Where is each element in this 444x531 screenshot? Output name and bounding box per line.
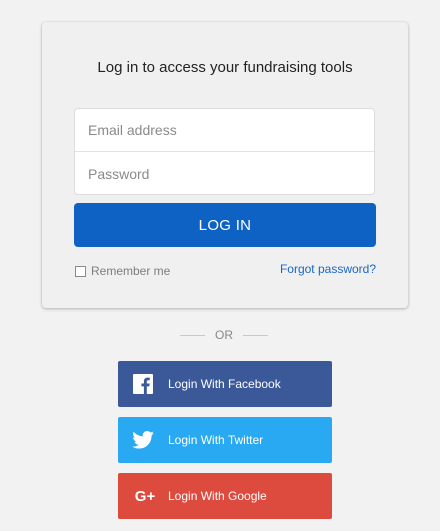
facebook-icon bbox=[132, 373, 154, 395]
email-input[interactable] bbox=[75, 109, 374, 152]
facebook-login-label: Login With Facebook bbox=[168, 377, 281, 391]
twitter-icon bbox=[132, 429, 154, 451]
login-button[interactable]: LOG IN bbox=[74, 203, 376, 247]
divider-line-left bbox=[180, 334, 205, 336]
forgot-password-link[interactable]: Forgot password? bbox=[280, 262, 376, 276]
credentials-group bbox=[74, 108, 375, 195]
remember-me-checkbox[interactable] bbox=[75, 265, 86, 277]
login-heading: Log in to access your fundraising tools bbox=[97, 59, 353, 76]
login-card: Log in to access your fundraising tools … bbox=[42, 22, 408, 308]
divider-line-right bbox=[243, 334, 268, 336]
twitter-login-label: Login With Twitter bbox=[168, 433, 264, 447]
google-plus-icon: G+ bbox=[134, 487, 156, 505]
google-login-button[interactable]: G+ Login With Google bbox=[118, 473, 332, 519]
page-edge bbox=[440, 0, 444, 531]
remember-me-label: Remember me bbox=[91, 264, 171, 278]
facebook-login-button[interactable]: Login With Facebook bbox=[118, 361, 332, 407]
twitter-login-button[interactable]: Login With Twitter bbox=[118, 417, 332, 463]
remember-me[interactable]: Remember me bbox=[75, 264, 170, 278]
password-input[interactable] bbox=[75, 152, 374, 195]
or-label: OR bbox=[215, 328, 233, 342]
google-login-label: Login With Google bbox=[168, 489, 267, 503]
or-divider: OR bbox=[180, 327, 268, 343]
